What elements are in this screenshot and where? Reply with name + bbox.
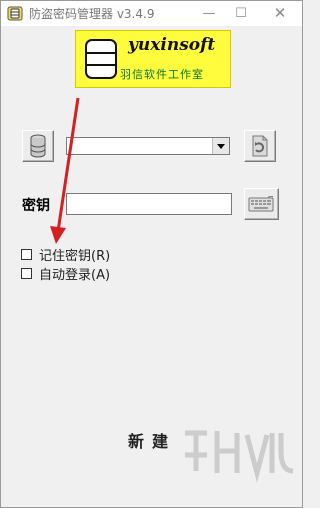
logo-brand-en: yuxinsoft <box>128 35 216 55</box>
auto-login-option[interactable]: 自动登录(A) <box>21 264 110 283</box>
refresh-document-icon <box>250 135 270 161</box>
logo-brand-cn: 羽信软件工作室 <box>120 68 204 81</box>
app-database-icon <box>7 6 23 21</box>
maximize-button[interactable]: ☐ <box>224 1 258 26</box>
minimize-button[interactable]: — <box>192 1 226 26</box>
remember-key-option[interactable]: 记住密钥(R) <box>21 245 110 264</box>
chevron-down-icon[interactable] <box>212 138 229 154</box>
database-cylinder-icon <box>29 134 47 162</box>
key-input[interactable] <box>66 193 232 215</box>
title-bar: 防盗密码管理器 v3.4.9 — ☐ ✕ <box>1 1 302 26</box>
keyboard-button[interactable] <box>244 188 279 220</box>
brand-logo: yuxinsoft 羽信软件工作室 <box>75 30 231 88</box>
logo-database-icon <box>84 38 118 80</box>
key-label: 密钥 <box>22 198 50 214</box>
database-button[interactable] <box>22 130 54 162</box>
watermark-logo <box>177 421 297 491</box>
auto-login-label[interactable]: 自动登录(A) <box>39 264 110 283</box>
database-select[interactable] <box>66 137 230 155</box>
new-button[interactable]: 新建 <box>119 429 185 455</box>
keyboard-icon <box>248 195 274 216</box>
close-button[interactable]: ✕ <box>263 1 297 26</box>
refresh-button[interactable] <box>244 130 276 162</box>
auto-login-checkbox[interactable] <box>21 267 32 279</box>
app-window: 防盗密码管理器 v3.4.9 — ☐ ✕ yuxinsoft 羽信软件工作室 密… <box>0 0 303 508</box>
window-title: 防盗密码管理器 v3.4.9 <box>29 7 155 21</box>
remember-key-label[interactable]: 记住密钥(R) <box>39 245 110 264</box>
remember-key-checkbox[interactable] <box>21 248 32 260</box>
